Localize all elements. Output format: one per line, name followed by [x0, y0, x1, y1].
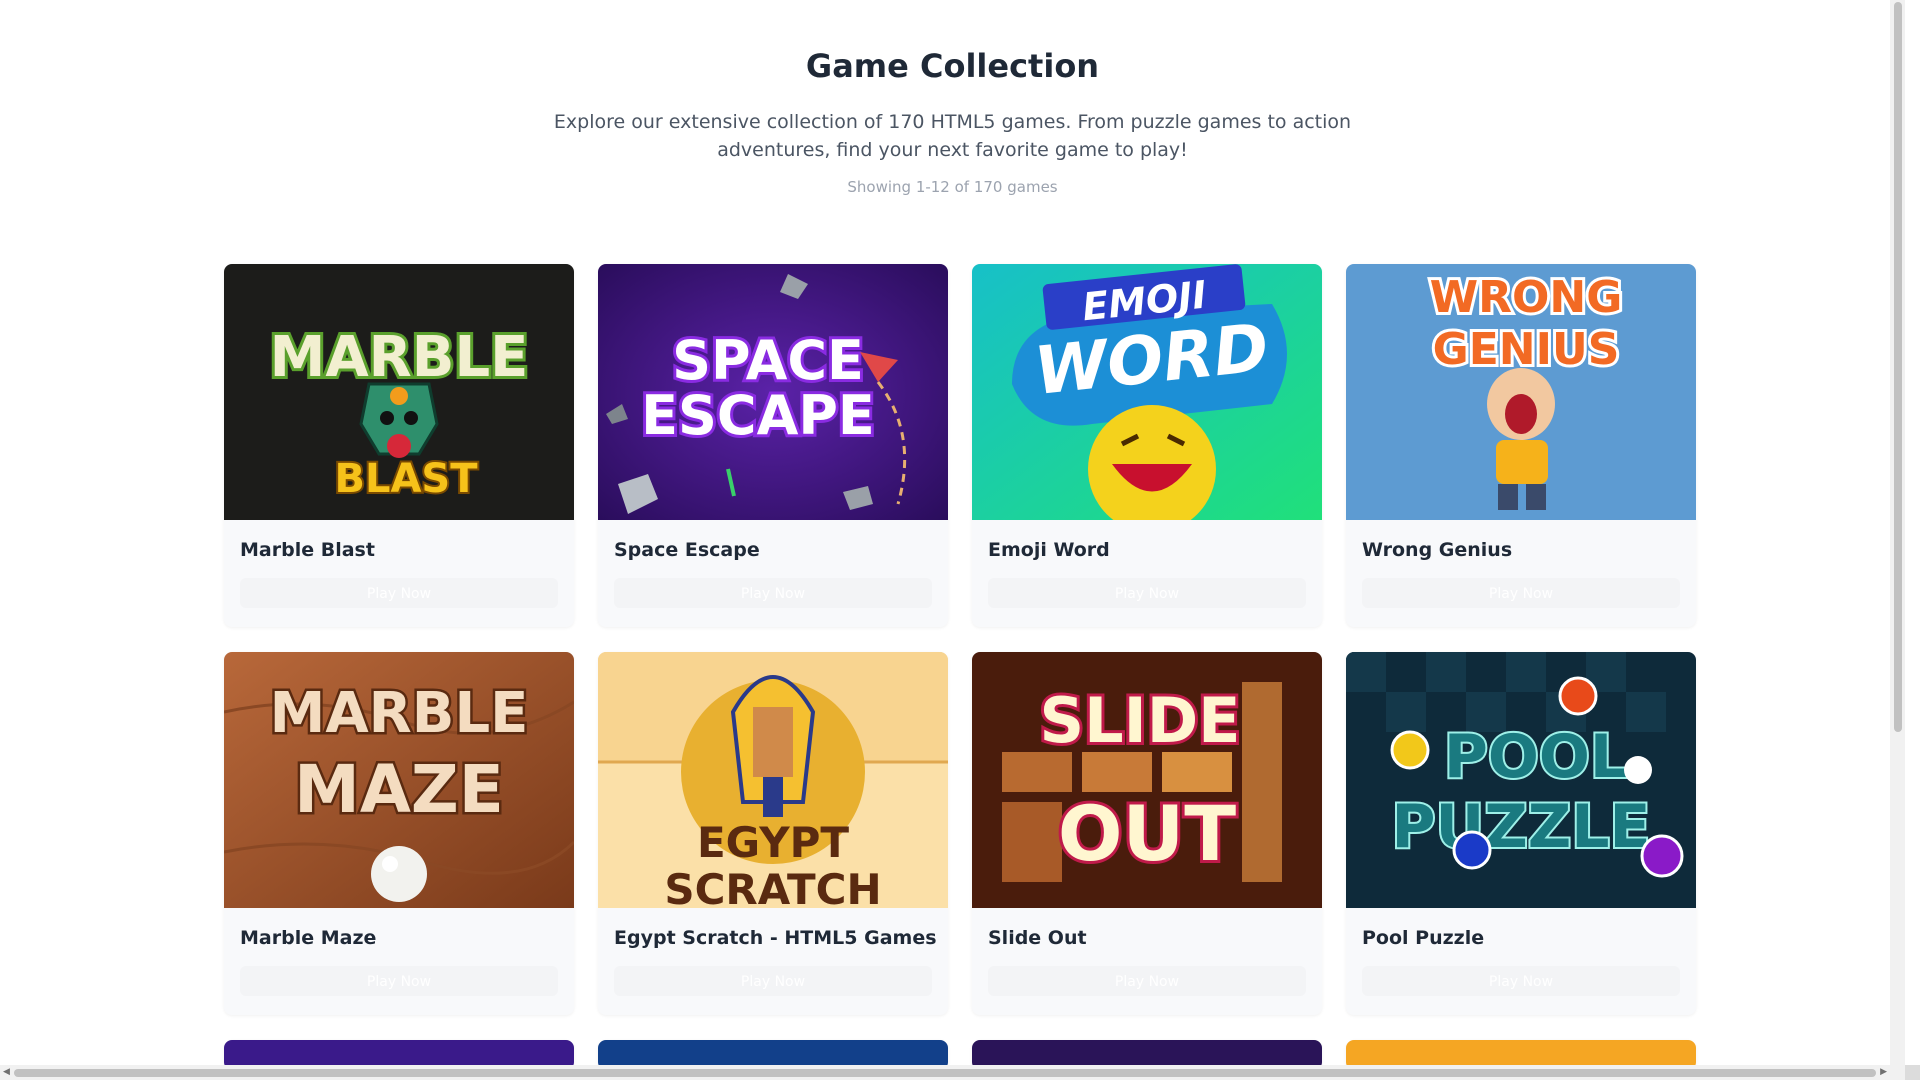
- game-title[interactable]: Slide Out: [988, 926, 1306, 950]
- art-title-line2: GENIUS: [1433, 324, 1620, 375]
- game-card[interactable]: [972, 1040, 1322, 1065]
- game-title[interactable]: Egypt Scratch - HTML5 Games: [614, 926, 937, 950]
- play-now-button[interactable]: Play Now: [614, 966, 932, 996]
- game-card[interactable]: SPACE ESCAPE Space Escape Play Now: [598, 264, 948, 627]
- scroll-left-icon[interactable]: ◀: [3, 1067, 10, 1077]
- play-now-button[interactable]: Play Now: [614, 578, 932, 608]
- scroll-right-icon[interactable]: ▶: [1880, 1067, 1887, 1077]
- horizontal-scrollbar-thumb[interactable]: [14, 1069, 1876, 1077]
- page-title: Game Collection: [805, 47, 1100, 85]
- game-thumbnail[interactable]: SPACE ESCAPE: [598, 264, 948, 520]
- play-now-button[interactable]: Play Now: [988, 966, 1306, 996]
- game-card[interactable]: [1346, 1040, 1696, 1065]
- art-title-line1: MARBLE: [270, 681, 529, 746]
- card-body: Egypt Scratch - HTML5 Games Play Now: [598, 908, 948, 996]
- card-body: Slide Out Play Now: [972, 908, 1322, 996]
- art-title-line1: WRONG: [1430, 272, 1623, 323]
- art-title-line2: ESCAPE: [641, 384, 875, 447]
- game-thumbnail[interactable]: POOL PUZZLE: [1346, 652, 1696, 908]
- game-thumbnail[interactable]: [1346, 1040, 1696, 1065]
- scrollbar-corner: [1905, 1065, 1920, 1080]
- card-body: Marble Maze Play Now: [224, 908, 574, 996]
- game-card[interactable]: EMOJI WORD Emoji Word Play Now: [972, 264, 1322, 627]
- art-title-line1: EGYPT: [697, 818, 849, 867]
- game-title[interactable]: Marble Blast: [240, 538, 558, 562]
- art-title-line2: PUZZLE: [1392, 792, 1651, 862]
- game-title[interactable]: Space Escape: [614, 538, 932, 562]
- vertical-scrollbar[interactable]: [1890, 0, 1905, 1065]
- art-title-line1: SLIDE: [1039, 684, 1240, 757]
- game-card[interactable]: EGYPT SCRATCH Egypt Scratch - HTML5 Game…: [598, 652, 948, 1015]
- art-title-line1: SPACE: [672, 329, 864, 392]
- play-now-button[interactable]: Play Now: [240, 966, 558, 996]
- page-subtitle: Explore our extensive collection of 170 …: [553, 111, 1352, 161]
- game-card[interactable]: MARBLE BLAST Marble Blast Play Now: [224, 264, 574, 627]
- play-now-button[interactable]: Play Now: [1362, 966, 1680, 996]
- game-grid: MARBLE BLAST Marble Blast Play Now SPACE…: [224, 264, 1696, 1065]
- play-now-button[interactable]: Play Now: [988, 578, 1306, 608]
- page: Game Collection Explore our extensive co…: [0, 0, 1905, 1065]
- game-card[interactable]: SLIDE OUT Slide Out Play Now: [972, 652, 1322, 1015]
- horizontal-scrollbar[interactable]: ◀ ▶: [0, 1065, 1905, 1080]
- game-title[interactable]: Emoji Word: [988, 538, 1306, 562]
- game-card[interactable]: [224, 1040, 574, 1065]
- game-card[interactable]: POOL PUZZLE Pool Puzzle Play Now: [1346, 652, 1696, 1015]
- card-body: Emoji Word Play Now: [972, 520, 1322, 608]
- card-body: Marble Blast Play Now: [224, 520, 574, 608]
- play-now-button[interactable]: Play Now: [240, 578, 558, 608]
- game-card[interactable]: MARBLE MAZE Marble Maze Play Now: [224, 652, 574, 1015]
- card-body: Wrong Genius Play Now: [1346, 520, 1696, 608]
- art-title-line2: BLAST: [334, 456, 478, 502]
- game-thumbnail[interactable]: [598, 1040, 948, 1065]
- play-now-button[interactable]: Play Now: [1362, 578, 1680, 608]
- game-thumbnail[interactable]: EGYPT SCRATCH: [598, 652, 948, 908]
- card-body: Pool Puzzle Play Now: [1346, 908, 1696, 996]
- game-title[interactable]: Wrong Genius: [1362, 538, 1680, 562]
- game-thumbnail[interactable]: MARBLE BLAST: [224, 264, 574, 520]
- results-count: Showing 1-12 of 170 games: [847, 178, 1058, 196]
- game-thumbnail[interactable]: MARBLE MAZE: [224, 652, 574, 908]
- art-title-line2: OUT: [1058, 789, 1236, 878]
- art-title-line2: MAZE: [294, 751, 504, 828]
- game-card[interactable]: WRONG GENIUS Wrong Genius Play Now: [1346, 264, 1696, 627]
- art-title-line1: MARBLE: [270, 325, 529, 390]
- art-title-line1: POOL: [1444, 722, 1628, 792]
- game-thumbnail[interactable]: [972, 1040, 1322, 1065]
- vertical-scrollbar-thumb[interactable]: [1894, 2, 1902, 732]
- game-thumbnail[interactable]: [224, 1040, 574, 1065]
- game-thumbnail[interactable]: WRONG GENIUS: [1346, 264, 1696, 520]
- game-title[interactable]: Pool Puzzle: [1362, 926, 1680, 950]
- card-body: Space Escape Play Now: [598, 520, 948, 608]
- game-card[interactable]: [598, 1040, 948, 1065]
- game-thumbnail[interactable]: SLIDE OUT: [972, 652, 1322, 908]
- art-title-line2: SCRATCH: [664, 865, 881, 908]
- page-header: Game Collection Explore our extensive co…: [0, 0, 1905, 196]
- game-thumbnail[interactable]: EMOJI WORD: [972, 264, 1322, 520]
- game-title[interactable]: Marble Maze: [240, 926, 558, 950]
